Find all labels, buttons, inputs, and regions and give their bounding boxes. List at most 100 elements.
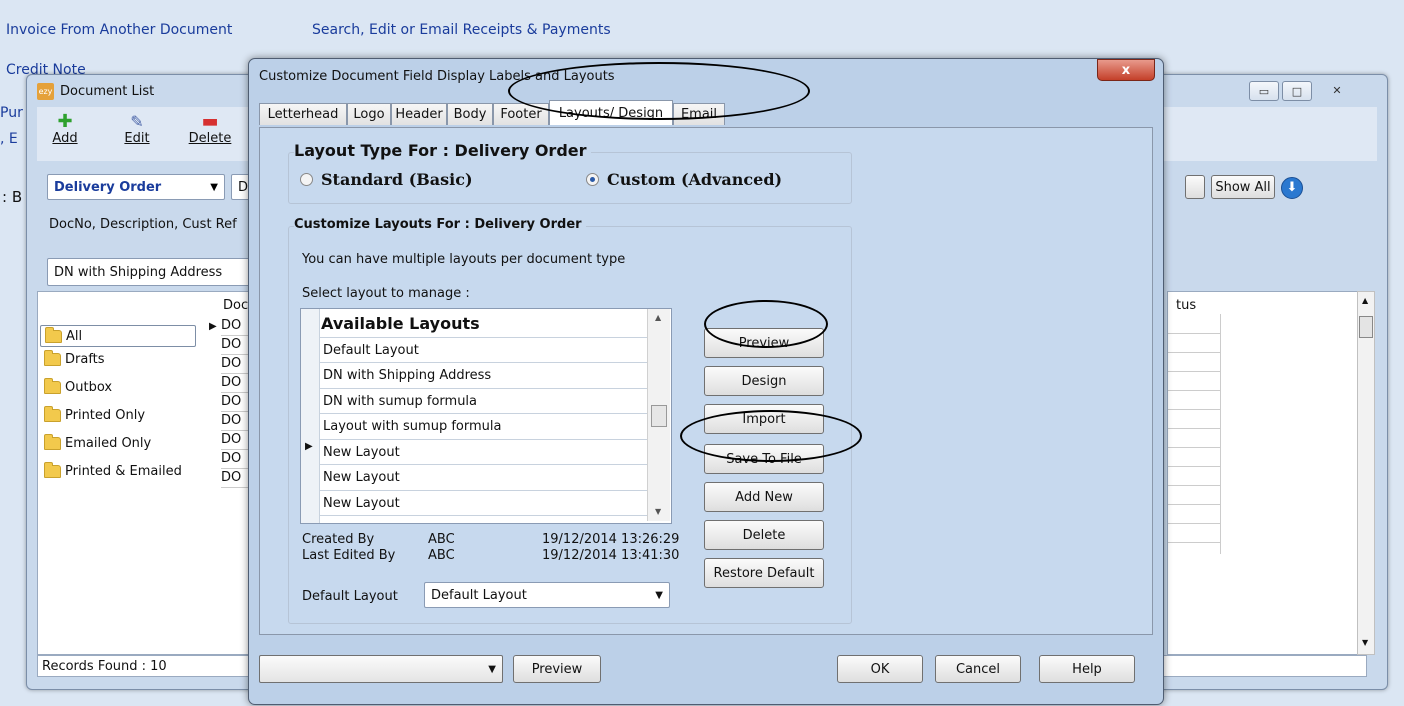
edit-button[interactable]: ✎ Edit: [119, 113, 155, 147]
ok-button[interactable]: OK: [837, 655, 923, 683]
folder-item-drafts[interactable]: Drafts: [44, 350, 105, 367]
table-row[interactable]: DO: [221, 316, 251, 336]
last-edited-by-value: ABC: [428, 548, 455, 563]
table-row[interactable]: DO: [221, 392, 251, 412]
table-row[interactable]: DO: [221, 468, 251, 488]
delete-label: Delete: [742, 527, 786, 543]
layout-name: DN with Shipping Address: [323, 368, 492, 383]
layout-list-item[interactable]: Layout with sumup formula: [319, 415, 647, 440]
restore-default-button[interactable]: Restore Default: [704, 558, 824, 588]
row-indicator-column: [301, 309, 320, 523]
tab-layouts-design[interactable]: Layouts/ Design: [549, 100, 673, 125]
table-row[interactable]: DO: [221, 373, 251, 393]
save-to-file-label: Save To File: [726, 451, 802, 467]
customize-layouts-dialog: Customize Document Field Display Labels …: [248, 58, 1164, 705]
layout-list-item[interactable]: New Layout: [319, 440, 647, 465]
folder-icon: [44, 378, 61, 394]
folder-item-printed-and-emailed[interactable]: Printed & Emailed: [44, 462, 182, 479]
table-row[interactable]: DO: [221, 411, 251, 431]
footer-layout-select[interactable]: ▼: [259, 655, 503, 683]
minimize-button[interactable]: ▭: [1249, 81, 1279, 101]
document-type-select[interactable]: Delivery Order ▼: [47, 174, 225, 200]
folder-item-all[interactable]: All: [40, 325, 196, 347]
table-row[interactable]: DO: [221, 430, 251, 450]
layout-list-item[interactable]: DN with Shipping Address: [319, 364, 647, 389]
add-new-label: Add New: [735, 489, 793, 505]
created-by-label: Created By: [302, 532, 375, 547]
e-link-partial[interactable]: , E: [0, 131, 18, 147]
document-grid: Doc ▶ DO DO DO DO DO DO DO DO DO: [205, 291, 252, 655]
preview-label: Preview: [738, 335, 790, 351]
scroll-thumb[interactable]: [651, 405, 667, 427]
design-button[interactable]: Design: [704, 366, 824, 396]
records-found-text: Records Found : 10: [42, 658, 167, 674]
invoice-from-document-link[interactable]: Invoice From Another Document: [6, 22, 232, 38]
table-row[interactable]: DO: [221, 449, 251, 469]
preview-layout-button[interactable]: Preview: [704, 328, 824, 358]
layouts-list-header: Available Layouts: [319, 309, 647, 338]
add-new-button[interactable]: Add New: [704, 482, 824, 512]
status-cell: [1168, 428, 1220, 448]
folder-item-printed-only[interactable]: Printed Only: [44, 406, 145, 423]
scroll-thumb[interactable]: [1359, 316, 1373, 338]
restore-default-label: Restore Default: [713, 565, 815, 581]
scroll-up-icon[interactable]: ▲: [655, 313, 661, 322]
layout-list-item[interactable]: New Layout: [319, 466, 647, 491]
tab-label: Email: [680, 107, 718, 122]
radio-standard[interactable]: Standard (Basic): [300, 170, 473, 189]
table-row[interactable]: DO: [221, 354, 251, 374]
layout-list-item[interactable]: Default Layout: [319, 338, 647, 363]
cancel-button[interactable]: Cancel: [935, 655, 1021, 683]
purchase-link-partial[interactable]: Pur: [0, 105, 23, 121]
import-button[interactable]: Import: [704, 404, 824, 434]
layout-list-item[interactable]: DN with sumup formula: [319, 389, 647, 414]
scroll-down-icon[interactable]: ▼: [655, 507, 661, 516]
layouts-scrollbar[interactable]: ▲ ▼: [647, 309, 670, 521]
current-row-arrow-icon: ▶: [209, 321, 217, 332]
folder-label: Outbox: [65, 380, 113, 395]
tab-body[interactable]: Body: [447, 103, 493, 125]
tab-label: Layouts/ Design: [558, 105, 664, 121]
folder-item-emailed-only[interactable]: Emailed Only: [44, 434, 151, 451]
layout-list-item[interactable]: New Layout: [319, 491, 647, 516]
delete-button[interactable]: ▬ Delete: [185, 113, 235, 147]
scroll-up-icon[interactable]: ▲: [1362, 296, 1368, 305]
maximize-button[interactable]: □: [1282, 81, 1312, 101]
help-label: Help: [1072, 661, 1102, 677]
default-layout-select[interactable]: Default Layout ▼: [424, 582, 670, 608]
delete-layout-button[interactable]: Delete: [704, 520, 824, 550]
tab-logo[interactable]: Logo: [347, 103, 391, 125]
radio-standard-label: Standard (Basic): [321, 170, 473, 189]
help-button[interactable]: Help: [1039, 655, 1135, 683]
tab-email[interactable]: Email: [673, 103, 725, 125]
scroll-down-icon[interactable]: ▼: [1362, 638, 1368, 647]
ezy-app-icon: ezy: [37, 83, 54, 100]
layout-filter-select[interactable]: DN with Shipping Address: [47, 258, 253, 286]
last-edited-by-label: Last Edited By: [302, 548, 396, 563]
dialog-title: Customize Document Field Display Labels …: [259, 69, 615, 84]
filter-button-partial[interactable]: [1185, 175, 1205, 199]
footer-preview-button[interactable]: Preview: [513, 655, 601, 683]
tab-footer[interactable]: Footer: [493, 103, 549, 125]
show-all-button[interactable]: Show All: [1211, 175, 1275, 199]
folder-item-outbox[interactable]: Outbox: [44, 378, 113, 395]
layout-name: DN with sumup formula: [323, 393, 478, 409]
status-cell: [1168, 390, 1220, 410]
close-button[interactable]: ✕: [1317, 81, 1357, 99]
tab-letterhead[interactable]: Letterhead: [259, 103, 347, 125]
status-cell: [1168, 504, 1220, 524]
add-button[interactable]: ✚ Add: [47, 113, 83, 147]
save-to-file-button[interactable]: Save To File: [704, 444, 824, 474]
table-row[interactable]: DO: [221, 335, 251, 355]
arrow-down-circle-icon[interactable]: ⬇: [1281, 177, 1303, 199]
grid-right-area: tus: [1167, 291, 1359, 655]
current-row-arrow-icon: ▶: [305, 441, 313, 452]
folder-tree: All Drafts Outbox Printed Only Emailed O…: [37, 291, 207, 655]
layout-name: Default Layout: [323, 342, 419, 358]
layouts-list[interactable]: Available Layouts Default Layout DN with …: [300, 308, 672, 524]
grid-scrollbar[interactable]: ▲ ▼: [1357, 291, 1375, 655]
tab-header[interactable]: Header: [391, 103, 447, 125]
radio-custom[interactable]: Custom (Advanced): [586, 170, 782, 189]
search-receipts-link[interactable]: Search, Edit or Email Receipts & Payment…: [312, 22, 611, 38]
dialog-close-button[interactable]: x: [1097, 59, 1155, 81]
